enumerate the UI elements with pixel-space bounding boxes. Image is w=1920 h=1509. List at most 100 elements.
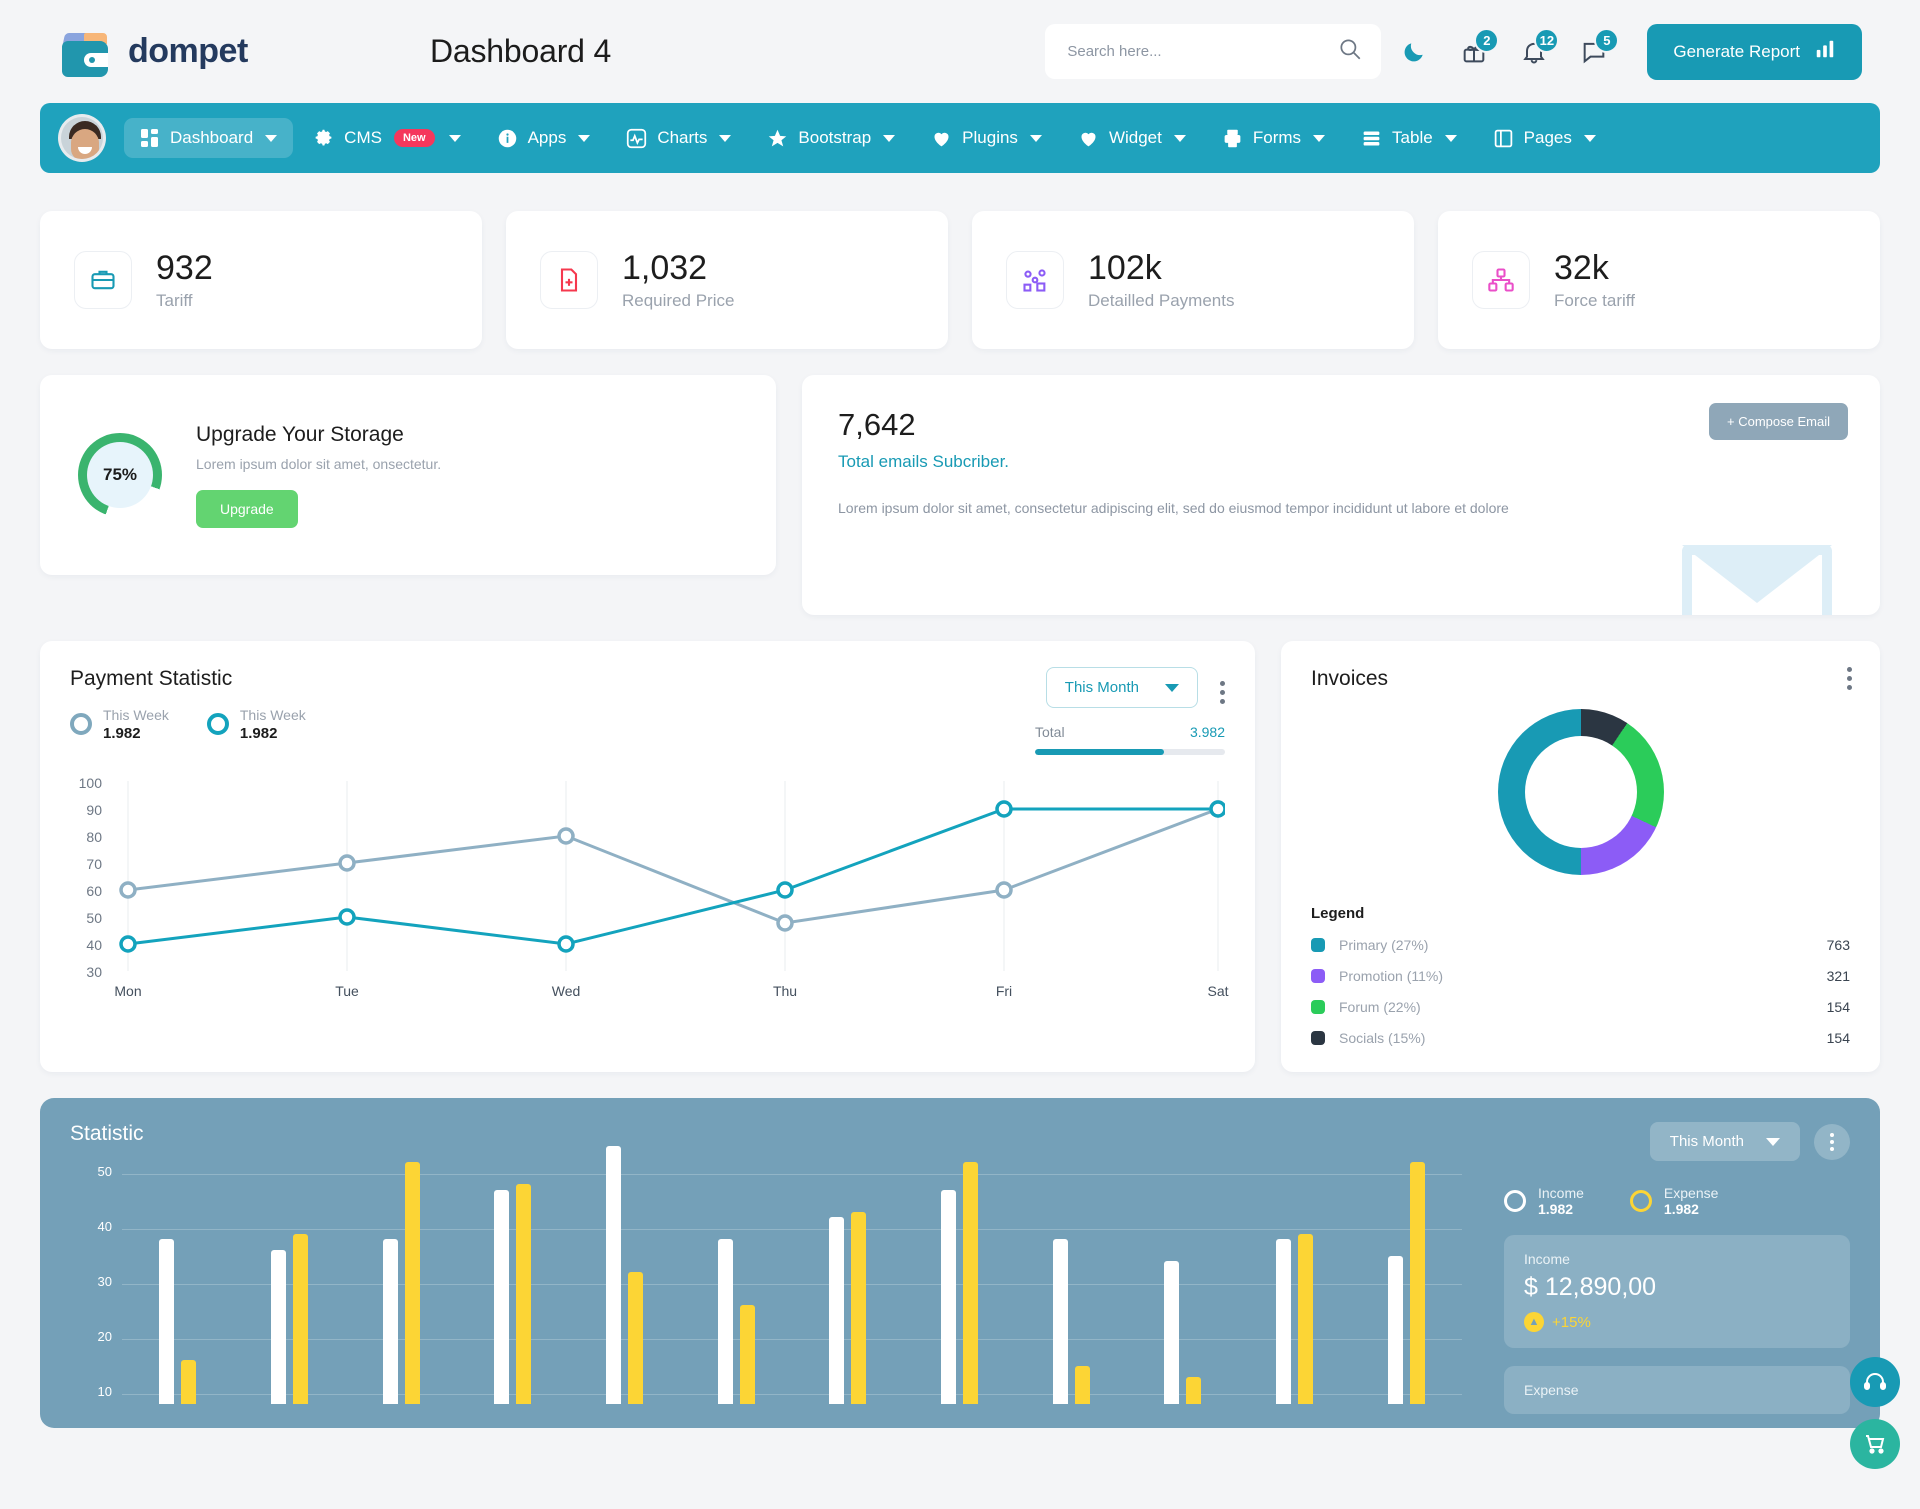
y-axis-tick: 50 [97, 1164, 112, 1179]
nav-new-badge: New [393, 129, 435, 147]
search-box[interactable] [1045, 24, 1382, 79]
payment-title: Payment Statistic [70, 667, 233, 690]
stat-card-required-price[interactable]: 1,032 Required Price [506, 211, 948, 349]
legend-value: 321 [1826, 968, 1850, 984]
storage-card: 75% Upgrade Your Storage Lorem ipsum dol… [40, 375, 776, 575]
search-icon[interactable] [1337, 36, 1363, 67]
star-icon [767, 128, 788, 149]
stat-card-detailled-payments[interactable]: 102k Detailled Payments [972, 211, 1414, 349]
wallet-logo-icon [58, 27, 114, 77]
payment-total: Total 3.982 [1035, 724, 1225, 755]
notifications-badge: 12 [1534, 27, 1560, 53]
invoices-legend-row[interactable]: Promotion (11%) 321 [1311, 968, 1850, 984]
printer-icon [1222, 128, 1243, 149]
legend-item[interactable]: Expense 1.982 [1629, 1185, 1718, 1217]
sitemap-icon [1472, 251, 1530, 309]
bar-group [569, 1146, 681, 1404]
payment-line-chart: 100 90 80 70 60 50 40 30 Mon Tue Wed Thu… [70, 775, 1229, 1007]
storage-title: Upgrade Your Storage [196, 422, 404, 446]
envelope-icon [1682, 545, 1832, 615]
book-icon [1493, 128, 1514, 149]
stat-card-force-tariff[interactable]: 32k Force tariff [1438, 211, 1880, 349]
stat-card-tariff[interactable]: 932 Tariff [40, 211, 482, 349]
support-fab-button[interactable] [1850, 1357, 1900, 1407]
y-axis-tick: 100 [78, 775, 102, 791]
search-input[interactable] [1067, 43, 1330, 60]
statistic-more-menu[interactable] [1814, 1123, 1850, 1160]
bar-group [345, 1162, 457, 1404]
legend-item[interactable]: Income 1.982 [1504, 1185, 1584, 1217]
email-count: 7,642 [838, 407, 916, 442]
page-title: Dashboard 4 [430, 33, 612, 69]
payment-month-select[interactable]: This Month [1045, 667, 1198, 708]
chevron-down-icon [1165, 683, 1179, 692]
y-axis-tick: 70 [86, 856, 102, 872]
statistic-month-label: This Month [1669, 1133, 1744, 1150]
nav-label: Charts [657, 128, 708, 147]
stat-value: 32k [1554, 248, 1609, 287]
bar-group [1015, 1239, 1127, 1404]
upgrade-button[interactable]: Upgrade [196, 489, 298, 528]
brand[interactable]: dompet [58, 27, 368, 77]
email-subtitle: Total emails Subcriber. [838, 452, 1010, 471]
stat-label: Detailled Payments [1088, 291, 1235, 311]
bar-group [122, 1239, 234, 1404]
legend-value: 1.982 [1663, 1201, 1699, 1217]
invoices-legend-row[interactable]: Primary (27%) 763 [1311, 937, 1850, 953]
nav-item-table[interactable]: Table [1345, 118, 1473, 159]
invoices-legend-row[interactable]: Forum (22%) 154 [1311, 999, 1850, 1015]
legend-item[interactable]: This Week 1.982 [206, 707, 306, 742]
nav-label: Table [1392, 128, 1433, 147]
activity-icon [626, 128, 647, 149]
stat-label: Force tariff [1554, 291, 1635, 311]
stat-value: 102k [1088, 248, 1162, 287]
nav-item-dashboard[interactable]: Dashboard [124, 118, 294, 158]
invoices-legend-row[interactable]: Socials (15%) 154 [1311, 1030, 1850, 1046]
stat-label: Required Price [622, 291, 735, 311]
statistic-expense-card: Expense [1504, 1366, 1850, 1414]
bar-group [1127, 1261, 1239, 1404]
nav-label: Dashboard [170, 128, 254, 147]
generate-report-button[interactable]: Generate Report [1647, 23, 1862, 80]
legend-value: 154 [1826, 999, 1850, 1015]
dark-mode-toggle[interactable] [1387, 25, 1441, 79]
total-value: 3.982 [1189, 724, 1225, 740]
gear-icon [313, 128, 334, 149]
nav-item-bootstrap[interactable]: Bootstrap [751, 118, 911, 159]
chevron-down-icon [1173, 134, 1186, 142]
bar-group [457, 1184, 569, 1404]
nav-item-apps[interactable]: Apps [481, 118, 607, 159]
nav-item-pages[interactable]: Pages [1477, 118, 1612, 159]
avatar[interactable] [58, 114, 106, 162]
dashboard-page: dompet Dashboard 4 Search here... 2 12 5… [0, 0, 1920, 1509]
nav-label: Pages [1523, 128, 1572, 147]
y-axis-tick: 50 [86, 910, 102, 926]
nav-item-forms[interactable]: Forms [1206, 118, 1341, 159]
statistic-title: Statistic [70, 1122, 144, 1145]
invoices-more-menu[interactable] [1847, 667, 1852, 690]
compose-email-button[interactable]: + Compose Email [1709, 403, 1848, 440]
legend-label: Forum (22%) [1339, 999, 1421, 1015]
nav-item-plugins[interactable]: Plugins [915, 118, 1058, 159]
legend-label: Income [1538, 1185, 1584, 1201]
y-axis-tick: 40 [97, 1219, 112, 1234]
notifications-button[interactable]: 12 [1507, 25, 1561, 79]
cart-fab-button[interactable] [1850, 1419, 1900, 1469]
chevron-down-icon [1313, 134, 1326, 142]
messages-button[interactable]: 5 [1567, 25, 1621, 79]
gifts-button[interactable]: 2 [1447, 25, 1501, 79]
nav-item-charts[interactable]: Charts [610, 118, 747, 159]
chevron-down-icon [578, 134, 591, 142]
legend-label: This Week [103, 707, 169, 723]
chevron-down-icon [448, 134, 461, 142]
legend-item[interactable]: This Week 1.982 [70, 707, 169, 742]
bar-group [1350, 1162, 1462, 1404]
nav-item-cms[interactable]: CMS New [297, 118, 476, 159]
nav-item-widget[interactable]: Widget [1062, 118, 1202, 159]
payment-more-menu[interactable] [1220, 667, 1225, 704]
statistic-month-select[interactable]: This Month [1649, 1122, 1800, 1161]
bar-group [234, 1234, 346, 1404]
email-subscriber-card: 7,642 Total emails Subcriber. Lorem ipsu… [802, 375, 1880, 615]
income-change-value: +15% [1552, 1313, 1591, 1331]
x-axis-tick: Mon [114, 983, 142, 999]
